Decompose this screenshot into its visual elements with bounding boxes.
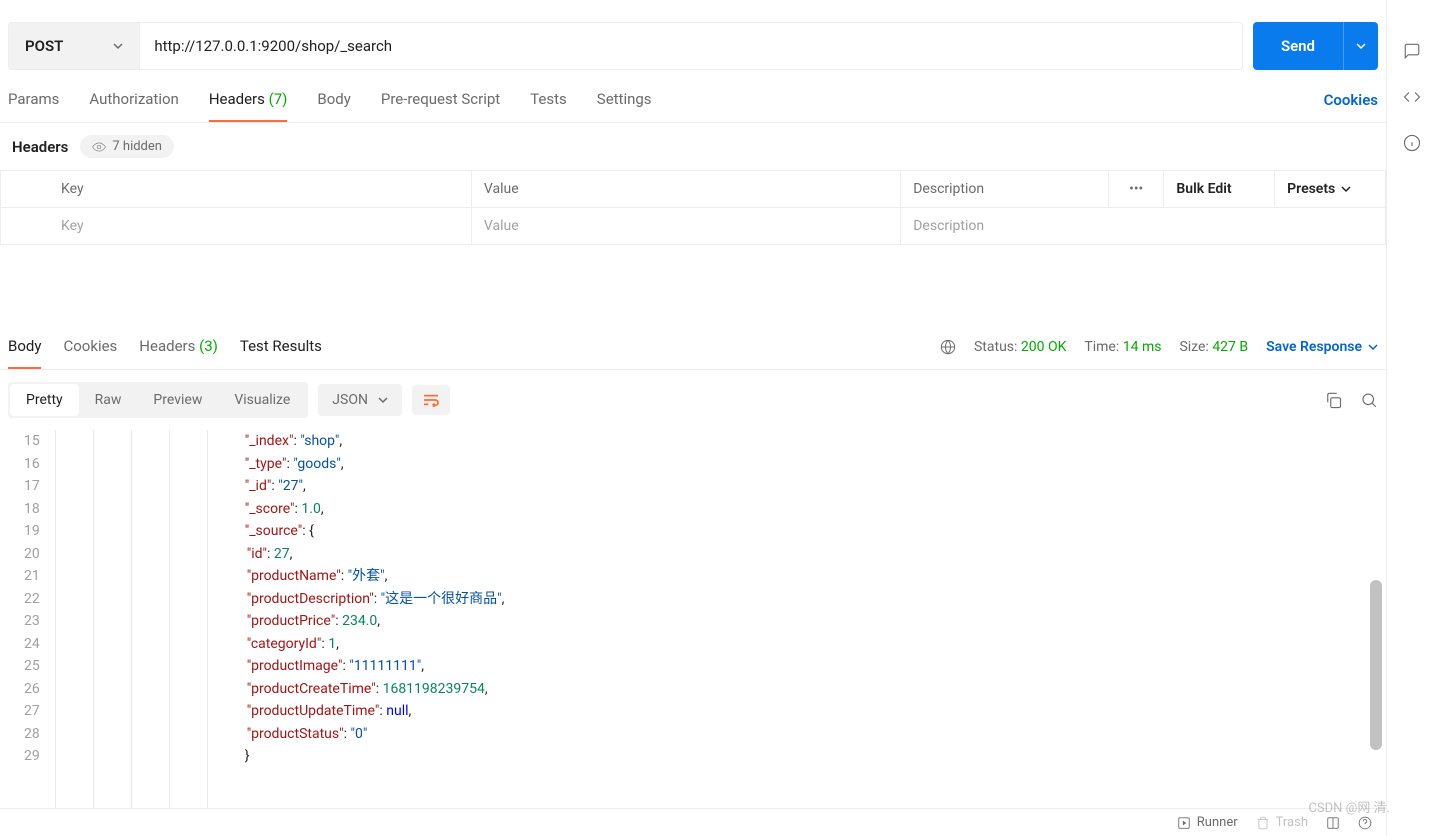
resp-tab-headers[interactable]: Headers (3): [139, 325, 218, 369]
tab-headers[interactable]: Headers (7): [209, 90, 288, 122]
view-pretty[interactable]: Pretty: [10, 384, 79, 416]
col-description: Description: [901, 171, 1109, 208]
wrap-lines-button[interactable]: [412, 385, 450, 415]
comment-icon[interactable]: [1403, 42, 1421, 60]
presets-dropdown[interactable]: Presets: [1275, 171, 1386, 208]
col-more[interactable]: •••: [1108, 171, 1163, 208]
col-value: Value: [471, 171, 900, 208]
headers-table: Key Value Description ••• Bulk Edit Pres…: [0, 170, 1386, 245]
wrap-icon: [422, 393, 440, 407]
view-raw[interactable]: Raw: [79, 384, 138, 416]
trash-icon: [1256, 816, 1270, 830]
view-preview[interactable]: Preview: [137, 384, 218, 416]
status-bar: Runner Trash: [0, 808, 1386, 836]
key-input[interactable]: Key: [1, 208, 472, 245]
tab-authorization[interactable]: Authorization: [89, 90, 178, 122]
tab-tests[interactable]: Tests: [530, 90, 567, 122]
request-tabs: Params Authorization Headers (7) Body Pre-re…: [0, 74, 1386, 123]
headers-label: Headers: [12, 138, 68, 156]
info-icon[interactable]: [1403, 134, 1421, 152]
send-button[interactable]: Send: [1253, 22, 1343, 70]
tab-pre-request-script[interactable]: Pre-request Script: [381, 90, 500, 122]
chevron-down-icon: [1356, 41, 1366, 51]
view-visualize[interactable]: Visualize: [218, 384, 306, 416]
chevron-down-icon: [1341, 184, 1351, 194]
hidden-count: 7 hidden: [112, 139, 162, 154]
eye-icon: [92, 140, 106, 154]
resp-tab-test-results[interactable]: Test Results: [240, 325, 322, 369]
table-row[interactable]: Key Value Description: [1, 208, 1386, 245]
send-dropdown[interactable]: [1343, 22, 1378, 70]
value-input[interactable]: Value: [471, 208, 900, 245]
save-response-button[interactable]: Save Response: [1266, 339, 1378, 355]
hidden-headers-toggle[interactable]: 7 hidden: [80, 135, 174, 158]
url-text: http://127.0.0.1:9200/shop/_search: [154, 37, 392, 55]
description-input[interactable]: Description: [901, 208, 1386, 245]
response-body[interactable]: 151617181920212223242526272829 "_index":…: [0, 430, 1386, 808]
tab-params[interactable]: Params: [8, 90, 59, 122]
col-key: Key: [1, 171, 472, 208]
right-sidebar: [1386, 0, 1436, 836]
play-icon: [1177, 816, 1191, 830]
request-url-group: POST http://127.0.0.1:9200/shop/_search: [8, 22, 1243, 70]
scrollbar[interactable]: [1370, 580, 1382, 750]
tab-body[interactable]: Body: [317, 90, 350, 122]
chevron-down-icon: [113, 41, 123, 51]
runner-button[interactable]: Runner: [1177, 815, 1238, 830]
response-header: Body Cookies Headers (3) Test Results Statu…: [0, 325, 1386, 370]
size-label: Size: 427 B: [1179, 339, 1248, 355]
method-label: POST: [25, 37, 63, 55]
time-label: Time: 14 ms: [1084, 339, 1161, 355]
trash-button[interactable]: Trash: [1256, 815, 1308, 830]
layout-icon[interactable]: [1326, 816, 1340, 830]
chevron-down-icon: [378, 395, 388, 405]
url-input[interactable]: http://127.0.0.1:9200/shop/_search: [140, 23, 1242, 69]
view-mode-group: Pretty Raw Preview Visualize: [8, 382, 308, 418]
copy-icon[interactable]: [1324, 391, 1342, 409]
resp-tab-cookies[interactable]: Cookies: [63, 325, 117, 369]
code-icon[interactable]: [1403, 88, 1421, 106]
chevron-down-icon: [1368, 342, 1378, 352]
tab-settings[interactable]: Settings: [597, 90, 652, 122]
bulk-edit-button[interactable]: Bulk Edit: [1164, 171, 1275, 208]
search-icon[interactable]: [1360, 391, 1378, 409]
format-dropdown[interactable]: JSON: [318, 384, 402, 416]
method-dropdown[interactable]: POST: [9, 23, 140, 69]
resp-tab-body[interactable]: Body: [8, 325, 41, 369]
help-icon[interactable]: [1358, 816, 1372, 830]
globe-icon[interactable]: [940, 339, 956, 355]
status-label: Status: 200 OK: [974, 339, 1066, 355]
cookies-link[interactable]: Cookies: [1324, 91, 1378, 121]
